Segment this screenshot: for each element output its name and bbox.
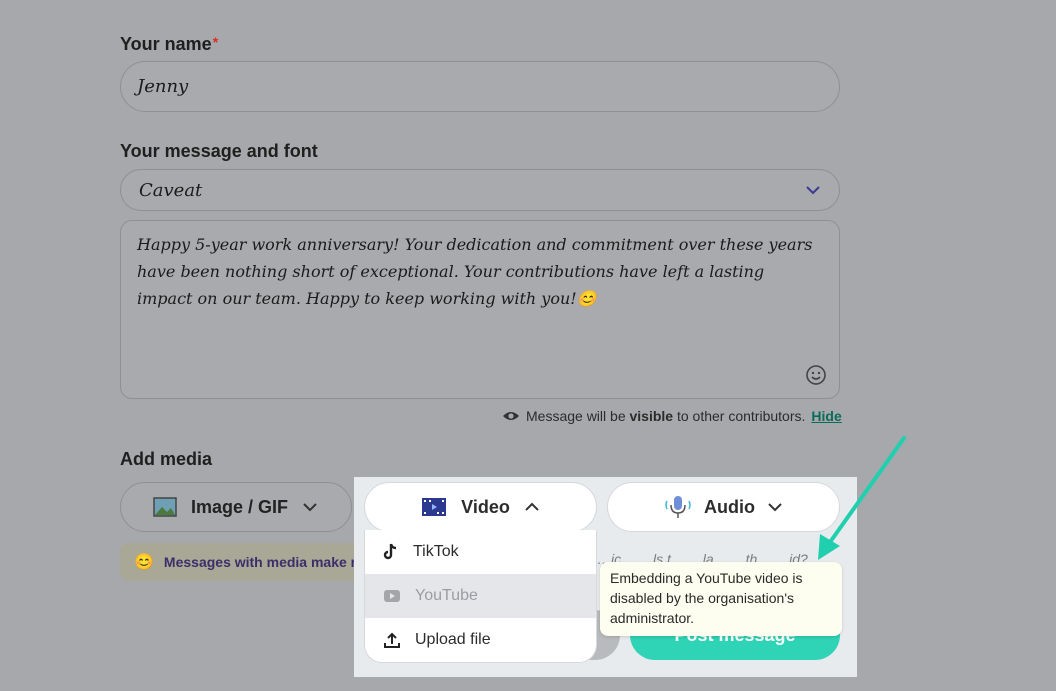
annotation-arrow-icon — [818, 436, 906, 560]
